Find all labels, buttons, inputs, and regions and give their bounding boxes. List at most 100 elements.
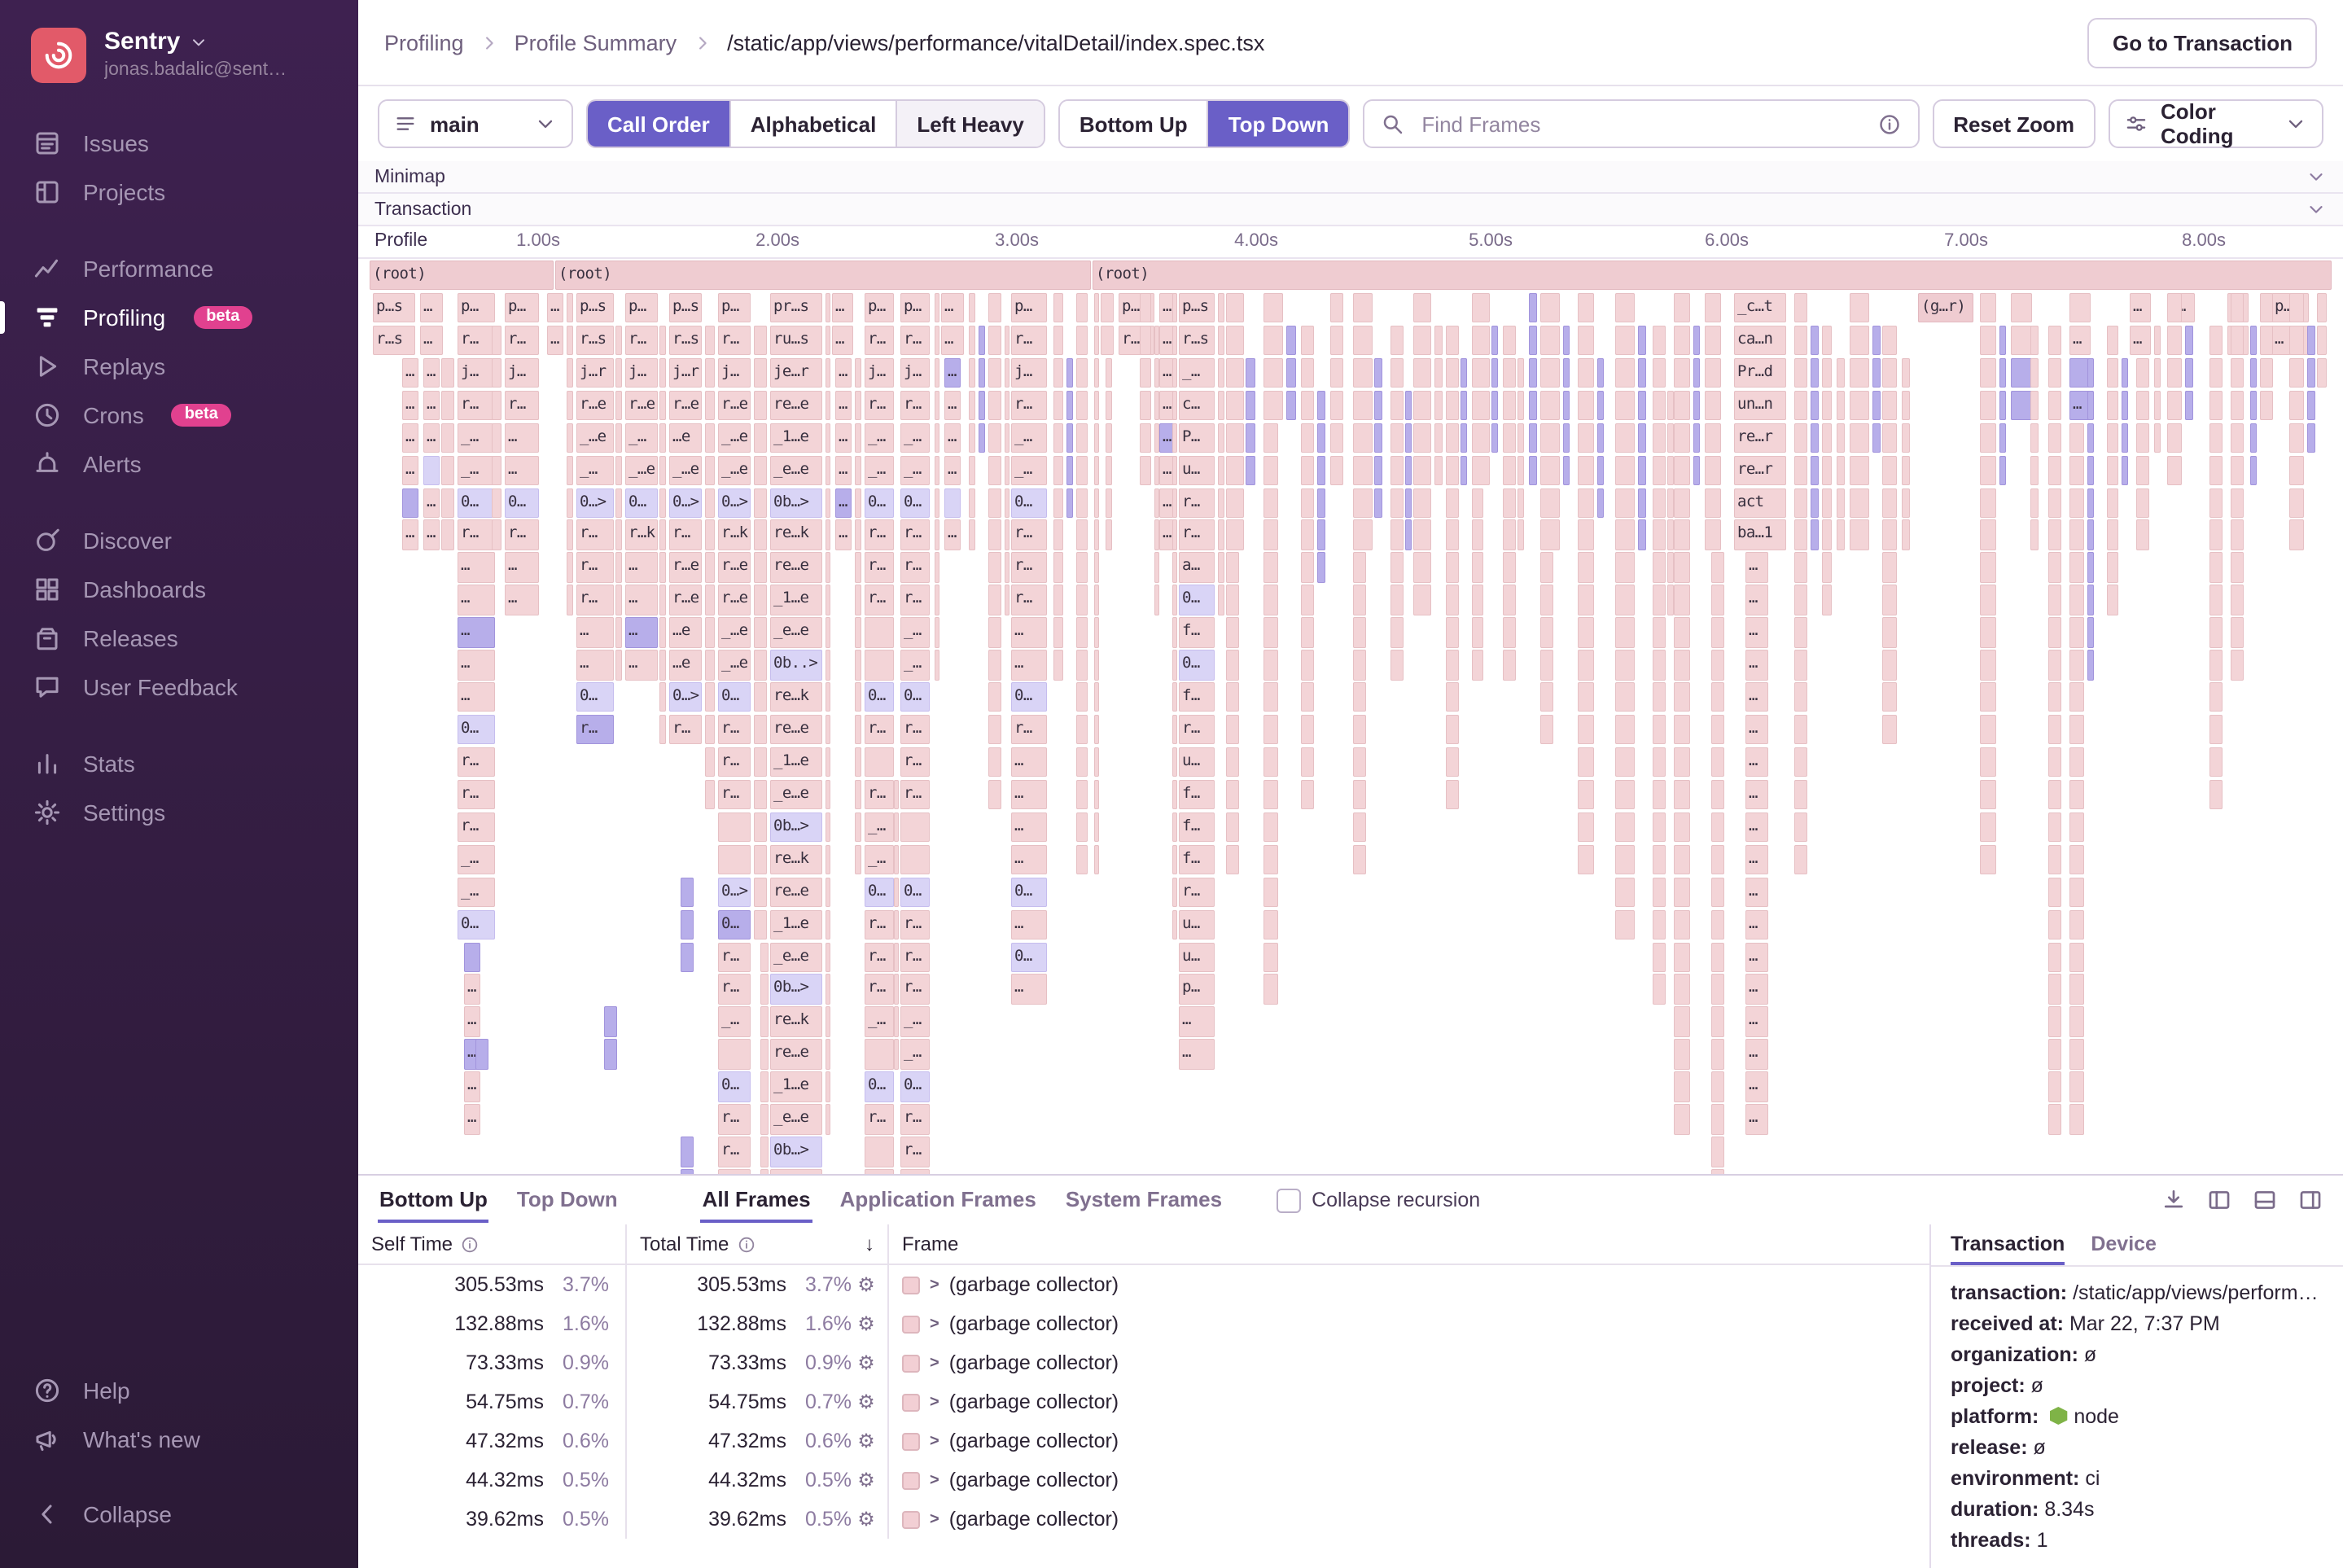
gear-icon[interactable]: ⚙ [852,1312,881,1335]
frame[interactable] [1076,650,1088,681]
frame[interactable]: 0…> [669,488,702,518]
frame[interactable] [1446,650,1459,681]
frame[interactable]: r… [900,585,930,615]
frame[interactable] [1674,812,1690,843]
frame[interactable] [1850,519,1869,550]
frame[interactable] [1578,715,1594,745]
frame[interactable] [855,552,861,583]
frame[interactable] [1503,390,1516,421]
frame[interactable] [1693,357,1700,388]
frame[interactable] [492,325,501,356]
frame[interactable] [1172,877,1177,908]
frame[interactable] [1811,357,1819,388]
frame[interactable] [2231,585,2244,615]
frame[interactable] [1301,390,1314,421]
frame[interactable] [1172,357,1177,388]
frame[interactable] [2087,488,2094,518]
frame[interactable]: _… [576,455,614,485]
frame[interactable]: … [1745,747,1768,777]
frame[interactable] [1094,519,1099,550]
frame[interactable] [1140,357,1151,388]
frame[interactable] [894,974,899,1005]
tab-system-frames[interactable]: System Frames [1064,1178,1224,1222]
frame[interactable] [615,650,622,681]
frame[interactable] [1653,455,1666,485]
frame[interactable] [1005,455,1009,485]
frame[interactable] [1503,552,1516,583]
gear-icon[interactable]: ⚙ [852,1430,881,1452]
frame[interactable] [2209,779,2223,810]
frame[interactable] [2069,1071,2084,1102]
frame[interactable] [1005,423,1009,453]
frame[interactable] [1693,423,1700,453]
frame[interactable] [2167,390,2182,421]
frame[interactable] [855,488,861,518]
frame[interactable] [1263,519,1278,550]
frame[interactable]: … [1745,617,1768,648]
frame[interactable]: _… [865,455,894,485]
frame[interactable] [1154,325,1159,356]
frame[interactable] [1005,519,1009,550]
frame[interactable] [935,650,939,681]
frame[interactable]: u… [1179,455,1215,485]
frame[interactable] [681,877,694,908]
go-to-transaction-button[interactable]: Go to Transaction [2087,17,2317,68]
frame[interactable]: re…r [1734,423,1786,453]
frame[interactable]: _e…e [770,617,822,648]
frame[interactable] [1882,325,1897,356]
frame[interactable]: … [1011,844,1047,875]
frame[interactable] [2107,390,2118,421]
frame[interactable] [2122,390,2128,421]
frame[interactable] [2011,292,2032,323]
frame[interactable] [2030,423,2039,453]
frame[interactable] [1517,488,1524,518]
frame[interactable]: r… [865,390,894,421]
frame[interactable] [1491,325,1498,356]
frame[interactable] [2107,455,2118,485]
frame[interactable]: _… [458,844,495,875]
frame[interactable]: r… [900,942,930,972]
frame[interactable] [1674,325,1690,356]
frame[interactable] [1317,519,1325,550]
frame[interactable] [2289,519,2304,550]
frame[interactable]: j… [458,357,495,388]
frame[interactable]: j…r [669,357,702,388]
frame[interactable]: … [423,423,440,453]
frame[interactable] [2069,292,2091,323]
frame[interactable] [2231,390,2244,421]
frame[interactable] [1615,455,1635,485]
frame[interactable] [1434,423,1443,453]
frame[interactable] [1094,488,1099,518]
frame[interactable]: ca…n [1734,325,1786,356]
frame[interactable] [1390,519,1404,550]
frame[interactable] [1615,519,1635,550]
frame[interactable] [1711,844,1724,875]
frame[interactable] [1005,357,1009,388]
frame[interactable] [615,617,622,648]
frame[interactable] [615,519,622,550]
frame[interactable] [2231,455,2244,485]
frame[interactable] [659,650,666,681]
sidebar-collapse[interactable]: Collapse [0,1487,358,1542]
frame[interactable] [1446,357,1459,388]
frame[interactable]: … [1011,747,1047,777]
frame[interactable]: 0…> [718,877,751,908]
frame[interactable] [1226,552,1239,583]
frame[interactable]: … [1745,974,1768,1005]
frame[interactable] [1106,455,1112,485]
frame[interactable] [1446,747,1459,777]
frame[interactable] [1172,682,1177,712]
frame[interactable]: r… [1011,585,1047,615]
frame[interactable] [1540,390,1560,421]
frame[interactable] [1317,423,1325,453]
frame[interactable] [1850,325,1869,356]
frame-cell[interactable]: > (garbage collector) [889,1351,1929,1374]
frame[interactable] [1472,423,1490,453]
frame[interactable]: … [402,357,418,388]
frame[interactable] [1674,552,1690,583]
frame[interactable] [2317,357,2327,388]
frame[interactable]: r… [900,1169,930,1174]
frame[interactable]: p…s [669,292,702,323]
frame[interactable] [1263,357,1283,388]
frame[interactable]: _1…e [770,747,822,777]
